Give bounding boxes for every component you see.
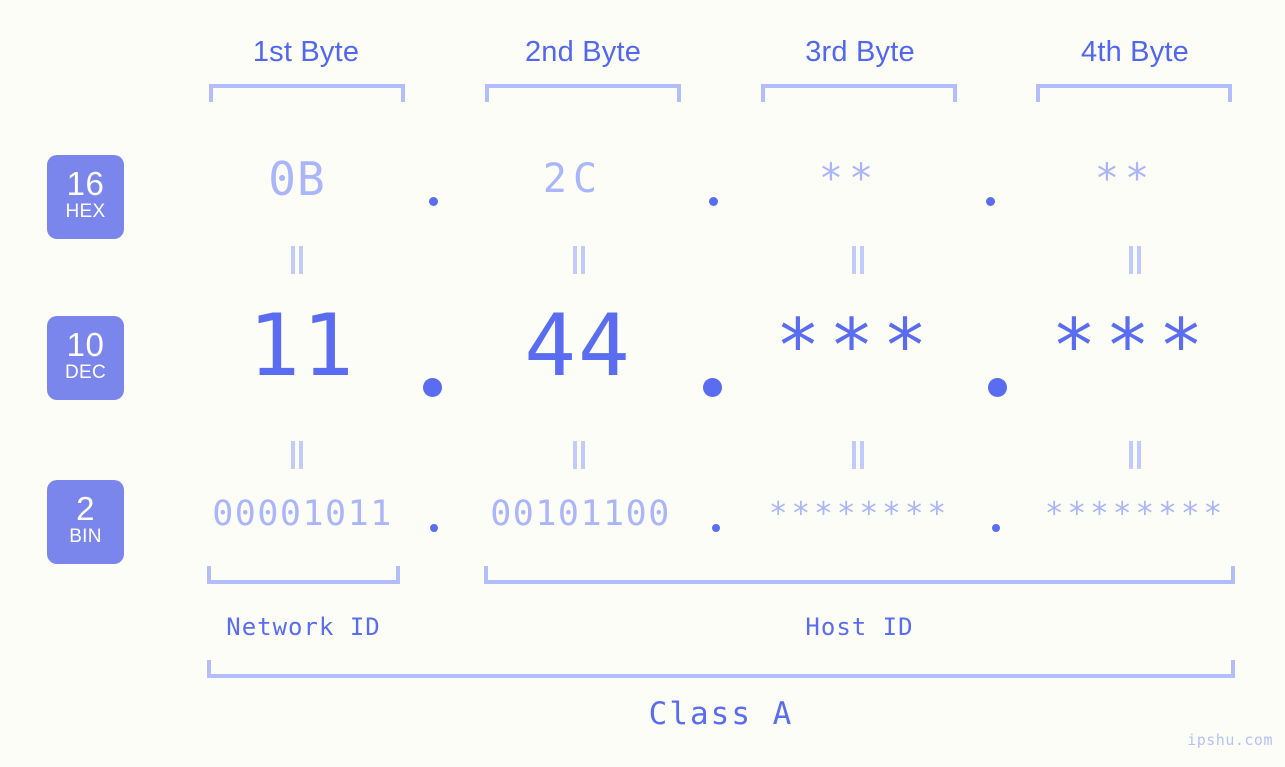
byte-header-2: 2nd Byte bbox=[524, 36, 642, 68]
watermark: ipshu.com bbox=[1187, 731, 1273, 749]
dec-value-byte-3: *** bbox=[775, 303, 937, 389]
bottom-bracket-class bbox=[207, 660, 1235, 678]
base-badge-hex-number: 16 bbox=[66, 165, 105, 202]
equals-mark-dec-bin-4 bbox=[1126, 441, 1144, 469]
hex-value-byte-2: 2C bbox=[542, 156, 604, 202]
equals-mark-dec-bin-2 bbox=[570, 441, 588, 469]
hex-value-byte-1: 0B bbox=[268, 152, 326, 206]
top-bracket-byte-1 bbox=[209, 84, 405, 102]
dec-separator-dot-2 bbox=[703, 378, 722, 397]
bin-value-byte-2: 00101100 bbox=[490, 494, 671, 534]
ip-breakdown-diagram: 1st Byte 2nd Byte 3rd Byte 4th Byte 16 H… bbox=[0, 0, 1285, 767]
base-badge-dec-number: 10 bbox=[66, 326, 105, 363]
host-id-label: Host ID bbox=[805, 613, 914, 641]
dec-value-byte-4: *** bbox=[1051, 303, 1213, 389]
hex-value-byte-3: ** bbox=[818, 156, 880, 202]
dec-value-byte-1: 11 bbox=[248, 296, 356, 396]
bottom-bracket-host-id bbox=[484, 566, 1235, 584]
bin-separator-dot-1 bbox=[430, 524, 438, 532]
dec-separator-dot-1 bbox=[423, 378, 442, 397]
dec-separator-dot-3 bbox=[988, 378, 1007, 397]
base-badge-hex-name: HEX bbox=[65, 201, 106, 222]
equals-mark-hex-dec-2 bbox=[570, 246, 588, 274]
base-badge-hex: 16 HEX bbox=[47, 155, 124, 239]
base-badge-dec: 10 DEC bbox=[47, 316, 124, 400]
base-badge-bin-number: 2 bbox=[76, 490, 95, 527]
base-badge-bin: 2 BIN bbox=[47, 480, 124, 564]
top-bracket-byte-2 bbox=[485, 84, 681, 102]
bin-value-byte-4: ******** bbox=[1044, 496, 1227, 532]
base-badge-bin-name: BIN bbox=[69, 526, 102, 547]
equals-mark-hex-dec-3 bbox=[849, 246, 867, 274]
equals-mark-dec-bin-3 bbox=[849, 441, 867, 469]
class-label: Class A bbox=[648, 696, 794, 732]
top-bracket-byte-3 bbox=[761, 84, 957, 102]
byte-header-1: 1st Byte bbox=[252, 36, 360, 68]
bin-value-byte-1: 00001011 bbox=[212, 494, 393, 534]
dec-value-byte-2: 44 bbox=[524, 296, 632, 396]
hex-separator-dot-1 bbox=[429, 197, 438, 206]
equals-mark-hex-dec-4 bbox=[1126, 246, 1144, 274]
equals-mark-hex-dec-1 bbox=[288, 246, 306, 274]
network-id-label: Network ID bbox=[226, 613, 381, 641]
bin-separator-dot-3 bbox=[992, 524, 1000, 532]
hex-separator-dot-2 bbox=[709, 197, 718, 206]
byte-header-4: 4th Byte bbox=[1081, 36, 1189, 68]
equals-mark-dec-bin-1 bbox=[288, 441, 306, 469]
hex-value-byte-4: ** bbox=[1094, 156, 1156, 202]
base-badge-dec-name: DEC bbox=[64, 362, 106, 383]
top-bracket-byte-4 bbox=[1036, 84, 1232, 102]
bin-value-byte-3: ******** bbox=[768, 496, 951, 532]
bin-separator-dot-2 bbox=[712, 524, 720, 532]
hex-separator-dot-3 bbox=[986, 197, 995, 206]
bottom-bracket-network-id bbox=[207, 566, 400, 584]
byte-header-3: 3rd Byte bbox=[805, 36, 915, 68]
